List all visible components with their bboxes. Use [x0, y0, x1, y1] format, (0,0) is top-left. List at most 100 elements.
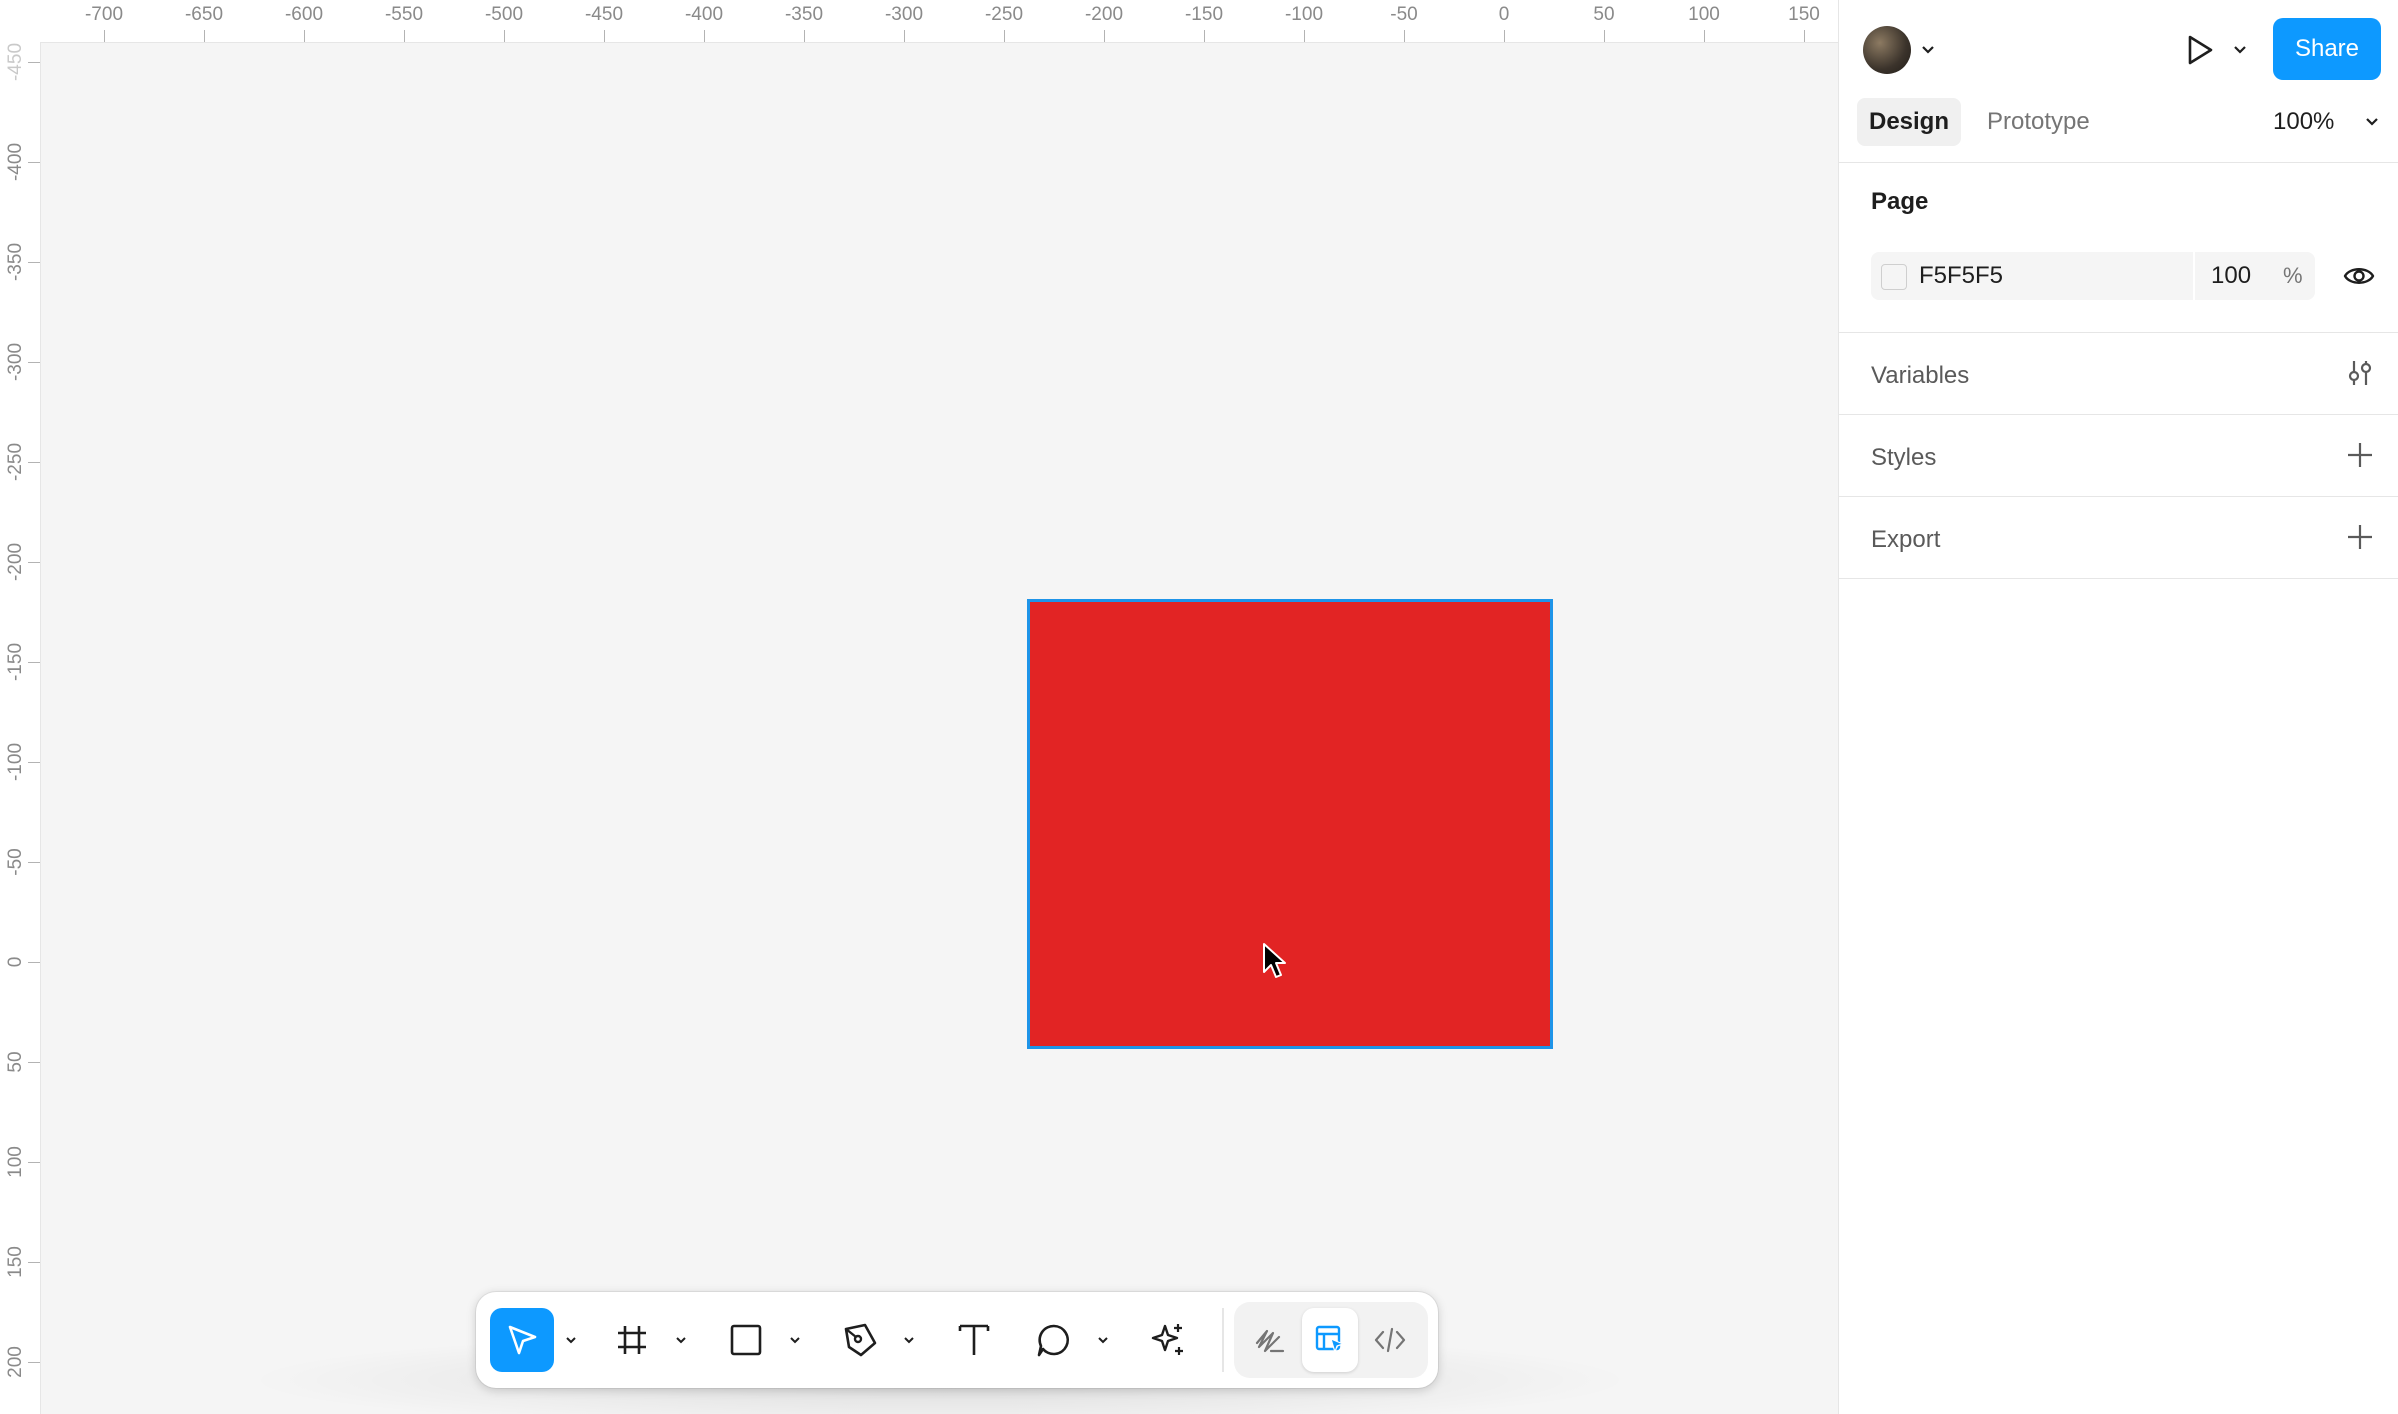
bottom-toolbar	[476, 1292, 1438, 1388]
ruler-label: 200	[5, 1346, 26, 1378]
comment-tool-caret[interactable]	[1094, 1324, 1112, 1356]
chevron-down-icon	[790, 1337, 800, 1344]
chevron-down-icon	[566, 1337, 576, 1344]
share-button[interactable]: Share	[2273, 18, 2381, 80]
square-icon	[730, 1324, 762, 1356]
frame-tool-button[interactable]	[600, 1308, 664, 1372]
page-section-title: Page	[1871, 188, 1929, 215]
export-section-title: Export	[1871, 526, 1941, 553]
pen-tool-button[interactable]	[828, 1308, 892, 1372]
shape-tool-button[interactable]	[714, 1308, 778, 1372]
hash-frame-icon	[618, 1326, 646, 1354]
ruler-label: -650	[184, 4, 224, 25]
ruler-label: -450	[584, 4, 624, 25]
chevron-down-icon	[1098, 1337, 1108, 1344]
ruler-label: -350	[784, 4, 824, 25]
frame-tool-caret[interactable]	[672, 1324, 690, 1356]
ruler-label: 0	[1498, 4, 1510, 25]
user-avatar[interactable]	[1863, 26, 1911, 74]
move-tool-caret[interactable]	[562, 1324, 580, 1356]
text-tool-button[interactable]	[942, 1308, 1006, 1372]
comment-tool-button[interactable]	[1022, 1308, 1086, 1372]
ruler-label: -200	[1084, 4, 1124, 25]
sparkle-icon	[1151, 1324, 1183, 1355]
ruler-label: -350	[5, 242, 26, 282]
chevron-down-icon	[676, 1337, 686, 1344]
ruler-label: -400	[684, 4, 724, 25]
chevron-down-icon[interactable]	[2231, 41, 2249, 59]
divider	[1839, 578, 2398, 579]
code-brackets-icon	[1374, 1327, 1406, 1353]
opacity-input[interactable]: 100	[2211, 252, 2251, 300]
pen-tool-caret[interactable]	[900, 1324, 918, 1356]
ruler-label: 50	[5, 1051, 26, 1073]
ruler-label: -300	[5, 342, 26, 382]
comment-bubble-icon	[1037, 1324, 1070, 1357]
draw-mode-button[interactable]	[1242, 1308, 1298, 1372]
chevron-down-icon[interactable]	[2363, 113, 2381, 131]
selected-rectangle[interactable]	[1027, 599, 1553, 1049]
chevron-down-icon	[904, 1337, 914, 1344]
color-hex-input[interactable]: F5F5F5	[1919, 252, 2003, 300]
ruler-label: 150	[5, 1246, 26, 1278]
properties-panel: Share Design Prototype 100% Page F5F5F5 …	[1838, 0, 2398, 1414]
divider	[1839, 496, 2398, 497]
divider	[1839, 414, 2398, 415]
zoom-level[interactable]: 100%	[2273, 98, 2334, 146]
eye-icon[interactable]	[2343, 260, 2375, 292]
divider	[1839, 332, 2398, 333]
ruler-label: -700	[84, 4, 124, 25]
ruler-label: -150	[5, 642, 26, 682]
ruler-label: -300	[884, 4, 924, 25]
mode-switcher	[1234, 1302, 1428, 1378]
field-divider	[2193, 252, 2195, 300]
cursor-arrow-icon	[508, 1325, 537, 1355]
design-mode-button[interactable]	[1302, 1308, 1358, 1372]
draw-squiggle-icon	[1255, 1329, 1285, 1353]
toolbar-divider	[1222, 1308, 1224, 1372]
ruler-label: 100	[5, 1146, 26, 1178]
actions-button[interactable]	[1136, 1308, 1200, 1372]
ruler-label: -500	[484, 4, 524, 25]
ruler-label: -150	[1184, 4, 1224, 25]
page-color-row[interactable]: F5F5F5 100 %	[1871, 252, 2315, 300]
ruler-label: -250	[5, 442, 26, 482]
ruler-label: -50	[1390, 4, 1418, 25]
color-swatch[interactable]	[1881, 264, 1907, 290]
present-play-icon[interactable]	[2179, 30, 2219, 70]
sliders-icon[interactable]	[2345, 358, 2375, 388]
design-canvas[interactable]: -700 -650 -600 -550 -500 -450 -400 -350 -300 -250…	[0, 0, 1838, 1414]
dev-mode-button[interactable]	[1362, 1308, 1418, 1372]
ruler-label: -100	[1284, 4, 1324, 25]
text-t-icon	[958, 1324, 990, 1355]
mouse-cursor-icon	[1263, 943, 1286, 978]
ruler-label: -400	[5, 142, 26, 182]
ruler-label: -200	[5, 542, 26, 582]
ruler-label: 50	[1593, 4, 1615, 25]
chevron-down-icon[interactable]	[1919, 41, 1937, 59]
horizontal-ruler: -700 -650 -600 -550 -500 -450 -400 -350 -300 -250…	[40, 0, 1838, 43]
ruler-label: 0	[5, 956, 26, 968]
tab-prototype[interactable]: Prototype	[1987, 98, 2090, 146]
ruler-label: -600	[284, 4, 324, 25]
tab-design[interactable]: Design	[1857, 98, 1961, 146]
variables-section-title: Variables	[1871, 362, 1970, 389]
styles-section-title: Styles	[1871, 444, 1937, 471]
ruler-label: -250	[984, 4, 1024, 25]
ruler-label: -550	[384, 4, 424, 25]
divider	[1839, 162, 2398, 163]
vertical-ruler: -450 -400 -350 -300 -250 -200 -150 -100 -50 0 50 10…	[0, 42, 41, 1414]
ruler-label: -450	[5, 42, 26, 82]
design-mode-icon	[1315, 1325, 1344, 1353]
ruler-label: 150	[1788, 4, 1820, 25]
move-tool-button[interactable]	[490, 1308, 554, 1372]
pen-icon	[844, 1323, 877, 1357]
shape-tool-caret[interactable]	[786, 1324, 804, 1356]
ruler-label: -100	[5, 742, 26, 782]
plus-icon[interactable]	[2345, 440, 2375, 470]
plus-icon[interactable]	[2345, 522, 2375, 552]
opacity-unit: %	[2283, 263, 2303, 288]
ruler-corner	[0, 0, 41, 43]
ruler-label: 100	[1688, 4, 1720, 25]
ruler-label: -50	[5, 848, 26, 876]
